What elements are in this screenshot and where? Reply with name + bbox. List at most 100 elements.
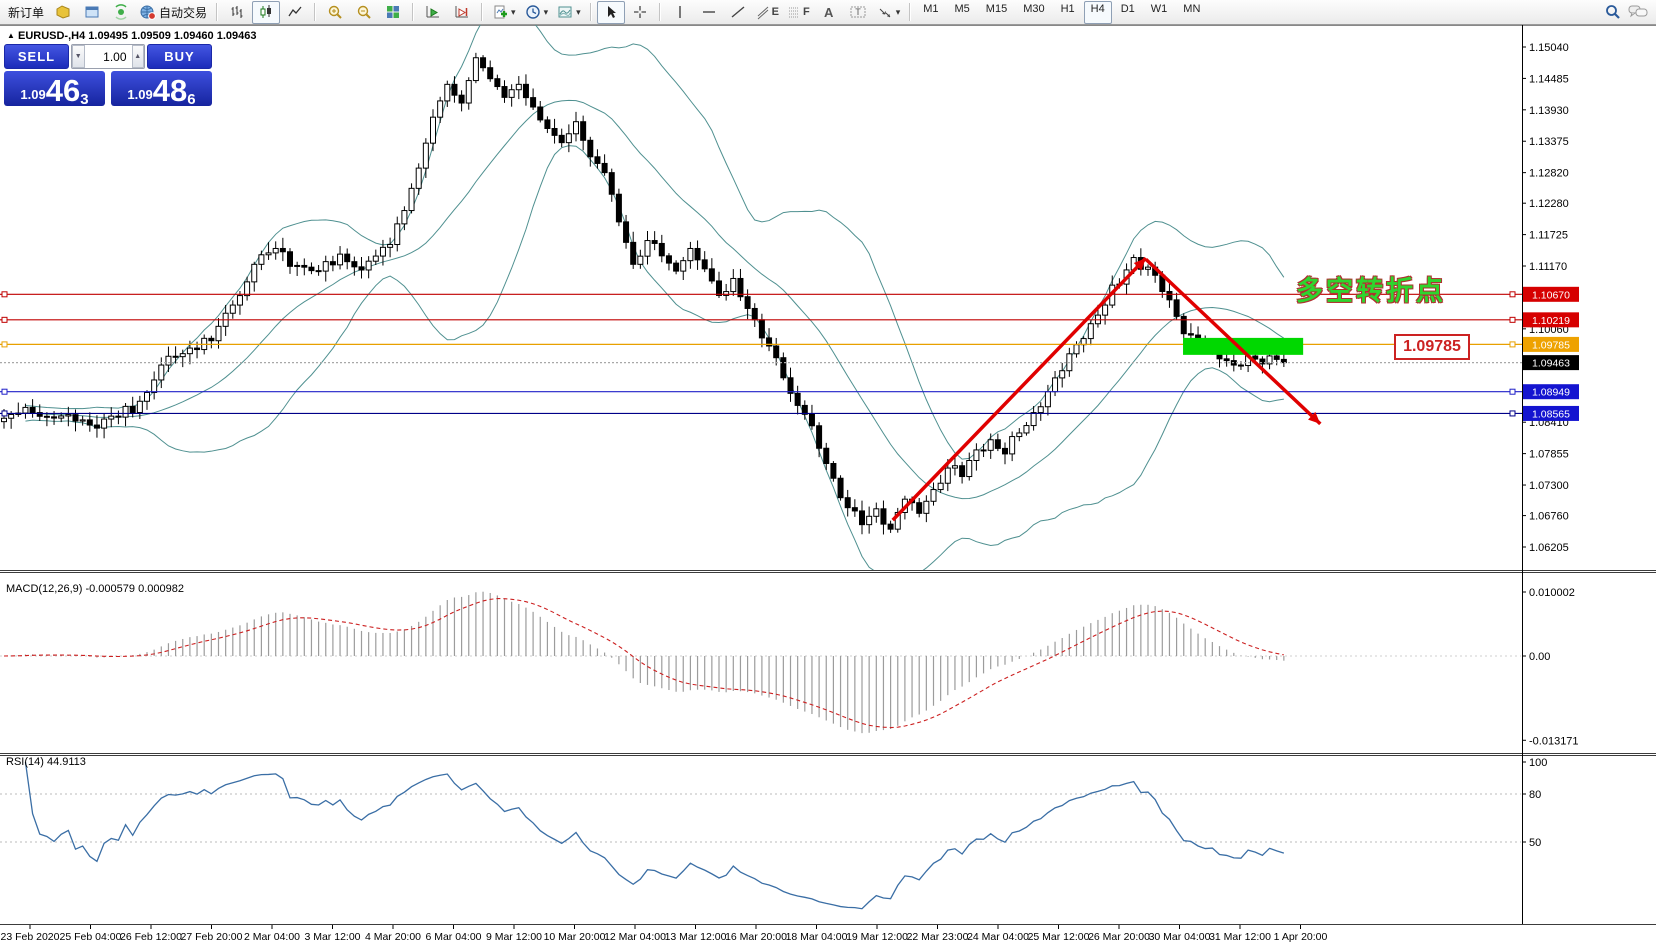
volume-input[interactable] xyxy=(85,45,132,68)
timeframe-button-h1[interactable]: H1 xyxy=(1054,1,1082,24)
cursor-button[interactable] xyxy=(597,1,625,24)
sell-price[interactable]: 1.09 46 3 xyxy=(4,71,105,106)
timeframe-button-mn[interactable]: MN xyxy=(1176,1,1207,24)
chevron-down-icon: ▾ xyxy=(511,8,516,17)
svg-text:100: 100 xyxy=(1529,757,1547,769)
chart-profile-button[interactable] xyxy=(49,1,77,24)
svg-text:0.010002: 0.010002 xyxy=(1529,587,1575,599)
auto-scroll-button[interactable] xyxy=(419,1,447,24)
price-plot xyxy=(2,25,1287,583)
zoom-out-icon xyxy=(356,4,372,20)
svg-text:30 Mar 04:00: 30 Mar 04:00 xyxy=(1149,931,1211,943)
timeframe-button-m15[interactable]: M15 xyxy=(979,1,1014,24)
cursor-icon xyxy=(603,4,619,20)
timeframe-button-w1[interactable]: W1 xyxy=(1144,1,1175,24)
buy-price-prefix: 1.09 xyxy=(127,88,152,101)
globe-icon xyxy=(140,4,156,20)
volume-increase-button[interactable]: ▲ xyxy=(132,45,145,68)
text-tool-button[interactable]: A xyxy=(815,1,843,24)
periods-button[interactable]: ▾ xyxy=(521,1,553,24)
horizontal-line-tool-button[interactable] xyxy=(695,1,723,24)
price-callout-label[interactable]: 1.09785 xyxy=(1394,334,1470,360)
text-label-tool-button[interactable]: T xyxy=(844,1,872,24)
collapse-triangle-icon[interactable]: ▲ xyxy=(7,31,15,40)
svg-text:1.07300: 1.07300 xyxy=(1529,480,1569,492)
search-icon[interactable] xyxy=(1604,3,1622,21)
main-toolbar: 新订单 自动交易 ▾ ▾ xyxy=(0,0,1656,25)
line-chart-button[interactable] xyxy=(281,1,309,24)
timeframe-button-m1[interactable]: M1 xyxy=(916,1,945,24)
svg-text:22 Mar 23:00: 22 Mar 23:00 xyxy=(907,931,969,943)
svg-text:12 Mar 04:00: 12 Mar 04:00 xyxy=(604,931,666,943)
svg-text:2 Mar 04:00: 2 Mar 04:00 xyxy=(244,931,300,943)
svg-text:25 Feb 04:00: 25 Feb 04:00 xyxy=(60,931,122,943)
signals-button[interactable] xyxy=(107,1,135,24)
macd-plot xyxy=(0,592,1522,733)
svg-text:0.00: 0.00 xyxy=(1529,651,1550,663)
buy-button[interactable]: BUY xyxy=(147,44,212,69)
channel-letter: E xyxy=(772,6,779,18)
zoom-in-button[interactable] xyxy=(321,1,349,24)
auto-trading-label: 自动交易 xyxy=(159,4,207,21)
svg-text:13 Mar 12:00: 13 Mar 12:00 xyxy=(665,931,727,943)
crosshair-button[interactable] xyxy=(626,1,654,24)
arrows-tool-button[interactable]: ▾ xyxy=(873,1,905,24)
timeframe-button-h4[interactable]: H4 xyxy=(1084,1,1112,24)
crosshair-icon xyxy=(632,4,648,20)
terminal-button[interactable] xyxy=(78,1,106,24)
timeframe-button-m30[interactable]: M30 xyxy=(1016,1,1051,24)
svg-text:19 Mar 12:00: 19 Mar 12:00 xyxy=(846,931,908,943)
profile-icon xyxy=(55,4,71,20)
chart-shift-button[interactable] xyxy=(448,1,476,24)
svg-text:1.13375: 1.13375 xyxy=(1529,136,1569,148)
svg-text:10 Mar 20:00: 10 Mar 20:00 xyxy=(544,931,606,943)
sell-price-prefix: 1.09 xyxy=(20,88,45,101)
zoom-out-button[interactable] xyxy=(350,1,378,24)
time-axis[interactable]: 23 Feb 202025 Feb 04:0026 Feb 12:0027 Fe… xyxy=(1,925,1328,943)
svg-text:T: T xyxy=(855,7,861,17)
timeframe-button-m5[interactable]: M5 xyxy=(948,1,977,24)
timeframe-button-d1[interactable]: D1 xyxy=(1114,1,1142,24)
svg-text:27 Feb 20:00: 27 Feb 20:00 xyxy=(181,931,243,943)
buy-price[interactable]: 1.09 48 6 xyxy=(111,71,212,106)
vertical-line-tool-button[interactable] xyxy=(666,1,694,24)
svg-text:4 Mar 20:00: 4 Mar 20:00 xyxy=(365,931,421,943)
chart-canvas[interactable]: 1.150401.144851.139301.133751.128201.122… xyxy=(0,25,1656,944)
sell-price-main: 46 xyxy=(46,76,80,105)
templates-button[interactable]: ▾ xyxy=(553,1,585,24)
chart-title-text: EURUSD-,H4 1.09495 1.09509 1.09460 1.094… xyxy=(18,30,257,42)
toolbar-separator xyxy=(412,3,414,21)
chat-icon[interactable] xyxy=(1628,4,1648,20)
svg-text:1.06760: 1.06760 xyxy=(1529,511,1569,523)
candlestick-chart-button[interactable] xyxy=(252,1,280,24)
svg-text:1.11725: 1.11725 xyxy=(1529,230,1568,242)
tile-windows-icon xyxy=(385,4,401,20)
timeframe-button-group: M1M5M15M30H1H4D1W1MN xyxy=(916,1,1207,24)
tile-windows-button[interactable] xyxy=(379,1,407,24)
sell-price-pip: 3 xyxy=(80,91,88,108)
price-axis[interactable]: 1.150401.144851.139301.133751.128201.122… xyxy=(1522,42,1579,849)
svg-text:3 Mar 12:00: 3 Mar 12:00 xyxy=(304,931,360,943)
indicators-button[interactable]: ▾ xyxy=(488,1,520,24)
buy-price-main: 48 xyxy=(153,76,187,105)
new-order-button[interactable]: 新订单 xyxy=(4,1,48,24)
toolbar-separator xyxy=(314,3,316,21)
chart-window[interactable]: 1.150401.144851.139301.133751.128201.122… xyxy=(0,25,1656,944)
channel-tool-button[interactable]: E xyxy=(753,1,783,24)
svg-text:6 Mar 04:00: 6 Mar 04:00 xyxy=(425,931,481,943)
turning-point-annotation[interactable]: 多空转折点 xyxy=(1296,269,1446,308)
sell-button[interactable]: SELL xyxy=(4,44,69,69)
svg-text:1.12820: 1.12820 xyxy=(1529,168,1569,180)
svg-text:1.12280: 1.12280 xyxy=(1529,198,1569,210)
fibonacci-tool-button[interactable]: F xyxy=(784,1,814,24)
svg-text:18 Mar 04:00: 18 Mar 04:00 xyxy=(786,931,848,943)
svg-text:24 Mar 04:00: 24 Mar 04:00 xyxy=(967,931,1029,943)
trendline-tool-button[interactable] xyxy=(724,1,752,24)
chart-title: ▲ EURUSD-,H4 1.09495 1.09509 1.09460 1.0… xyxy=(7,30,257,42)
svg-text:1.07855: 1.07855 xyxy=(1529,449,1569,461)
auto-trading-button[interactable]: 自动交易 xyxy=(136,1,211,24)
volume-decrease-button[interactable]: ▼ xyxy=(72,45,85,68)
bar-chart-button[interactable] xyxy=(223,1,251,24)
terminal-icon xyxy=(84,4,100,20)
toolbar-separator xyxy=(590,3,592,21)
